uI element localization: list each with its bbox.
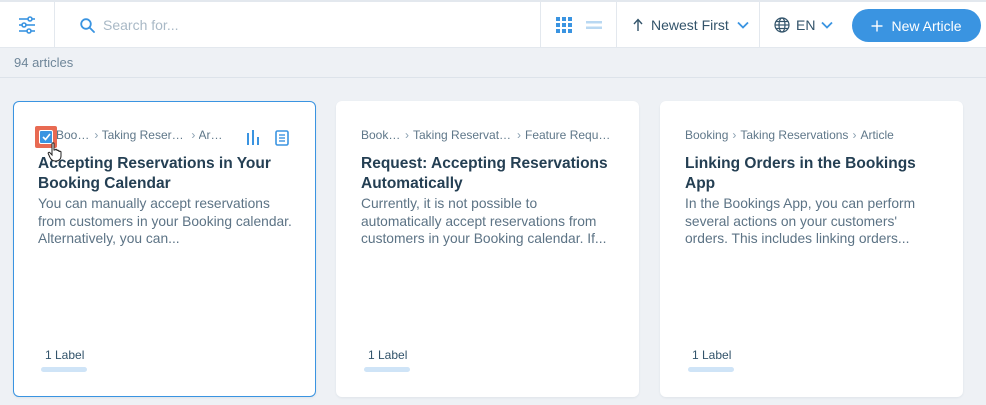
chevron-down-icon [737,21,749,29]
breadcrumb: Booking › Taking Reservations › Article [56,128,225,142]
breadcrumb-item: Booking [56,128,90,142]
article-title: Request: Accepting Reservations Automati… [361,155,608,192]
globe-icon [774,17,790,33]
grid-icon [555,17,572,33]
document-icon[interactable] [275,130,289,146]
article-description: Currently, it is not possible to automat… [361,196,607,246]
new-article-label: New Article [891,17,962,34]
breadcrumb-separator: › [732,128,737,142]
grid-view-button[interactable] [555,17,572,33]
article-count: 94 articles [14,55,74,70]
label-bar [364,367,410,372]
language-dropdown[interactable]: EN [760,2,840,48]
article-title: Accepting Reservations in Your Booking C… [38,155,271,192]
breadcrumb-item: Taking Reservations [101,128,188,142]
breadcrumb-separator: › [94,128,97,142]
divider [0,77,986,78]
article-card[interactable]: Booking › Taking Reservations › Article … [660,101,963,397]
search-bar [56,2,540,48]
breadcrumb-item: Taking Reservations [413,128,513,142]
arrow-up-icon [633,18,643,31]
sort-dropdown[interactable]: Newest First [617,2,760,48]
label-bar [688,367,734,372]
chevron-down-icon [821,21,834,29]
label-count: 1 Label [368,348,408,362]
breadcrumb: Booking › Taking Reservations › Feature … [361,128,618,142]
plus-icon [871,20,883,31]
article-card[interactable]: Booking › Taking Reservations › Article … [13,101,316,397]
breadcrumb-item: Article [860,128,894,142]
filter-button[interactable] [0,2,55,48]
language-label: EN [796,17,816,33]
label-count: 1 Label [45,348,85,362]
filter-sliders-icon [19,16,35,34]
search-icon [80,17,95,33]
list-icon [585,21,602,29]
breadcrumb-item: Taking Reservations [740,128,849,142]
bar-chart-icon[interactable] [247,130,259,145]
label-bar [41,367,87,372]
search-input[interactable] [103,17,483,33]
breadcrumb-separator: › [191,128,194,142]
breadcrumb-separator: › [852,128,857,142]
hand-cursor-icon [47,142,62,162]
toolbar: Newest First EN New Article [0,0,986,48]
breadcrumb: Booking › Taking Reservations › Article [685,128,942,142]
card-actions [247,130,289,146]
checkmark-icon [41,133,51,141]
article-card[interactable]: Booking › Taking Reservations › Feature … [336,101,639,397]
label-count: 1 Label [692,348,732,362]
breadcrumb-separator: › [517,128,521,142]
breadcrumb-item: Article [198,128,225,142]
breadcrumb-item: Feature Request [525,128,611,142]
breadcrumb-item: Booking [361,128,401,142]
breadcrumb-item: Booking [685,128,729,142]
sort-label: Newest First [651,17,729,33]
list-view-button[interactable] [585,20,602,30]
breadcrumb-separator: › [405,128,409,142]
article-title: Linking Orders in the Bookings App [685,155,916,192]
article-description: In the Bookings App, you can perform sev… [685,196,916,246]
view-toggle [540,2,617,48]
article-description: You can manually accept reservations fro… [38,196,292,246]
new-article-button[interactable]: New Article [852,9,981,42]
